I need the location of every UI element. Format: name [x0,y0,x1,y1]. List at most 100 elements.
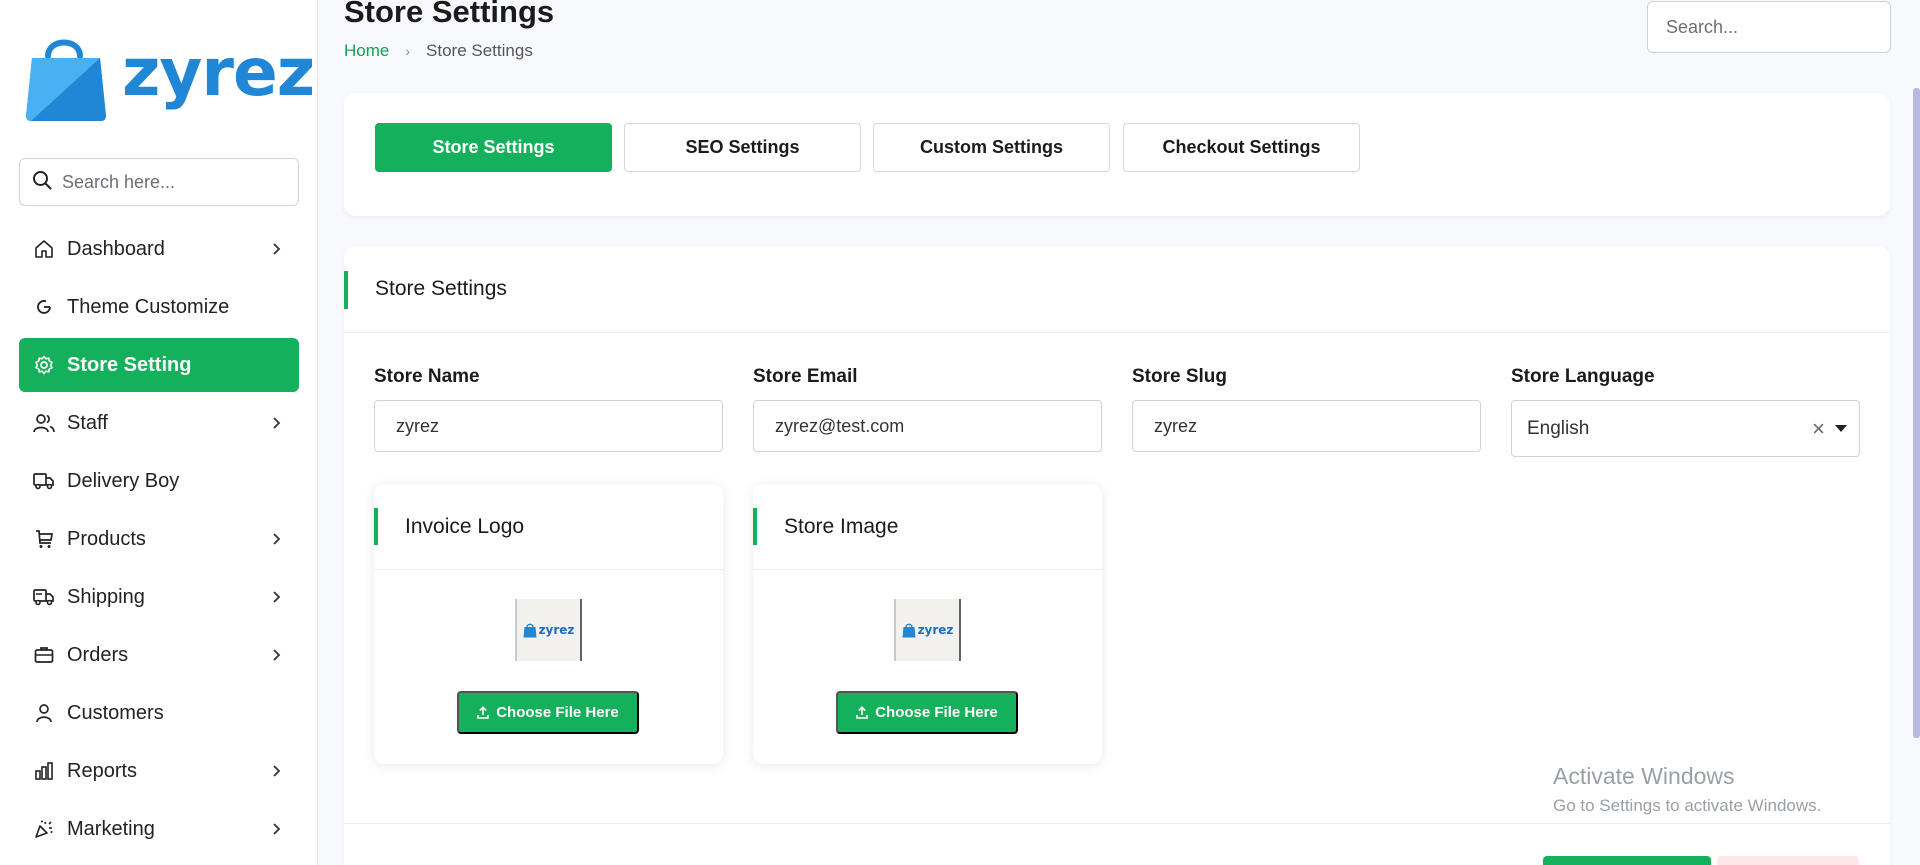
sidebar-item-label: Shipping [67,585,145,608]
store-image-title: Store Image [784,514,899,538]
refresh-icon [33,296,55,318]
sidebar-item-delivery-boy[interactable]: Delivery Boy [19,454,299,508]
accent-bar [753,508,757,545]
store-image-choose-file-button[interactable]: Choose File Here [836,691,1018,734]
store-name-input[interactable]: zyrez [374,400,723,452]
store-language-label: Store Language [1511,366,1655,387]
sidebar-item-products[interactable]: Products [19,512,299,566]
sidebar-item-shipping[interactable]: Shipping [19,570,299,624]
user-icon [33,702,55,724]
sidebar-search-input[interactable] [62,171,282,193]
invoice-logo-title: Invoice Logo [405,514,525,538]
section-title: Store Settings [375,277,507,300]
sidebar-item-label: Products [67,527,146,550]
invoice-logo-preview: zyrez [515,599,582,661]
sidebar-item-theme-customize[interactable]: Theme Customize [19,280,299,334]
breadcrumb-separator-icon: › [405,43,411,59]
store-name-label: Store Name [374,366,480,387]
sidebar-item-store-setting[interactable]: Store Setting [19,338,299,392]
tab-store-settings[interactable]: Store Settings [375,123,612,172]
chevron-right-icon [269,589,285,605]
sidebar-item-label: Customers [67,701,164,724]
sidebar-search[interactable] [19,158,299,206]
shipping-truck-icon [33,586,55,608]
chevron-right-icon [269,241,285,257]
chevron-right-icon [269,647,285,663]
search-icon [32,170,52,195]
sidebar-item-label: Staff [67,411,108,434]
watermark-line-1: Activate Windows [1553,763,1735,789]
breadcrumb-home-link[interactable]: Home [344,41,389,61]
store-image-preview: zyrez [894,599,961,661]
party-icon [33,818,55,840]
store-image-header: Store Image [753,484,1102,570]
sidebar-item-label: Theme Customize [67,295,230,318]
windows-activation-watermark: Activate Windows Go to Settings to activ… [1553,763,1821,816]
store-language-select[interactable]: English × [1511,400,1860,457]
shopping-bag-icon [902,623,916,637]
store-image-card: Store Image zyrez Choose File Here [753,484,1102,764]
accent-bar [344,271,348,309]
store-name-field: Store Name zyrez [374,366,723,452]
app-logo[interactable]: zyrez [22,32,315,122]
watermark-line-2: Go to Settings to activate Windows. [1553,796,1822,815]
users-icon [33,412,55,434]
sidebar: zyrez Dashboard Theme Customize Store Se… [0,0,318,865]
caret-down-icon[interactable] [1835,425,1847,432]
preview-logo-text: zyrez [538,623,575,637]
shopping-bag-icon [523,623,537,637]
chevron-right-icon [269,821,285,837]
page-scrollbar[interactable] [1913,88,1920,738]
header-search-input[interactable] [1666,16,1866,38]
cart-icon [33,528,55,550]
save-button[interactable] [1543,856,1711,865]
store-email-field: Store Email zyrez@test.com [753,366,1102,452]
settings-tabs-card: Store Settings SEO Settings Custom Setti… [344,93,1890,216]
breadcrumb-current: Store Settings [426,41,533,60]
store-email-label: Store Email [753,366,858,387]
tab-checkout-settings[interactable]: Checkout Settings [1123,123,1360,172]
sidebar-item-dashboard[interactable]: Dashboard [19,222,299,276]
store-slug-field: Store Slug zyrez [1132,366,1481,452]
invoice-logo-card: Invoice Logo zyrez Choose File Here [374,484,723,764]
header-search[interactable] [1647,1,1891,53]
sidebar-item-label: Delivery Boy [67,469,180,492]
home-icon [33,238,55,260]
gear-icon [33,354,55,376]
briefcase-icon [33,644,55,666]
invoice-logo-header: Invoice Logo [374,484,723,570]
card-header: Store Settings [344,246,1890,333]
tab-seo-settings[interactable]: SEO Settings [624,123,861,172]
sidebar-item-reports[interactable]: Reports [19,744,299,798]
logo-text: zyrez [122,34,315,111]
store-slug-label: Store Slug [1132,366,1228,387]
upload-icon [856,706,869,719]
preview-logo-text: zyrez [917,623,954,637]
sidebar-item-label: Marketing [67,817,155,840]
invoice-logo-choose-file-button[interactable]: Choose File Here [457,691,639,734]
sidebar-item-orders[interactable]: Orders [19,628,299,682]
store-slug-input[interactable]: zyrez [1132,400,1481,452]
truck-icon [33,470,55,492]
card-divider [344,823,1890,824]
sidebar-item-label: Dashboard [67,237,165,260]
sidebar-item-label: Reports [67,759,138,782]
sidebar-nav: Dashboard Theme Customize Store Setting … [19,222,299,860]
chevron-right-icon [269,415,285,431]
accent-bar [374,508,378,545]
tab-custom-settings[interactable]: Custom Settings [873,123,1110,172]
sidebar-item-marketing[interactable]: Marketing [19,802,299,856]
clear-icon[interactable]: × [1812,416,1825,442]
sidebar-item-customers[interactable]: Customers [19,686,299,740]
upload-icon [477,706,490,719]
sidebar-item-label: Orders [67,643,129,666]
page-title: Store Settings [344,0,555,29]
store-email-input[interactable]: zyrez@test.com [753,400,1102,452]
choose-file-label: Choose File Here [496,704,619,721]
bar-chart-icon [33,760,55,782]
store-language-field: Store Language English × [1511,366,1860,457]
sidebar-item-staff[interactable]: Staff [19,396,299,450]
sidebar-item-label: Store Setting [67,353,192,376]
cancel-button[interactable] [1717,856,1859,865]
chevron-right-icon [269,531,285,547]
